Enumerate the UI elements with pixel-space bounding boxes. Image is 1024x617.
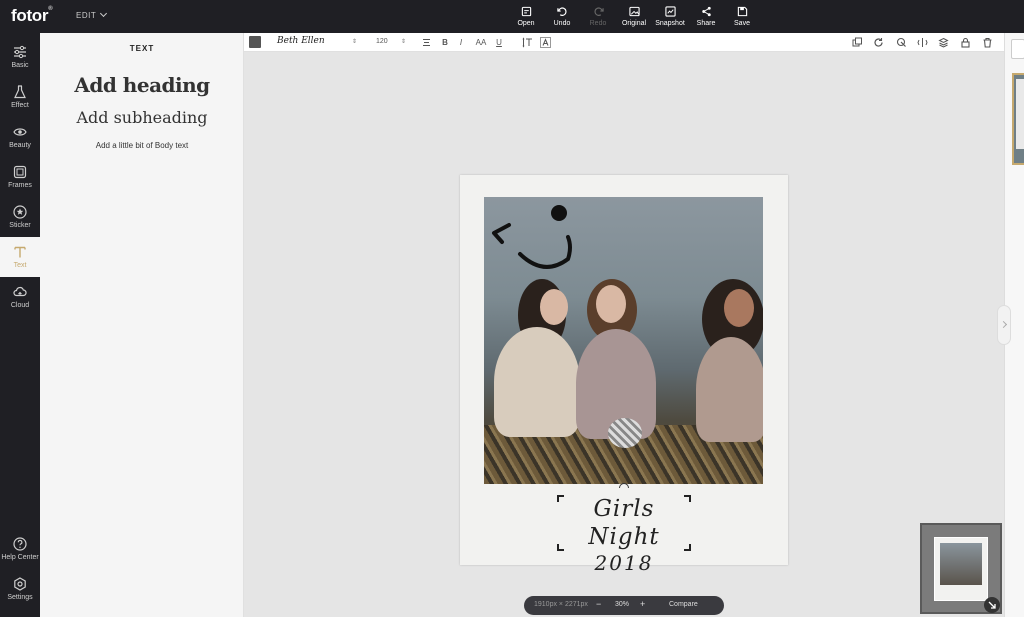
- image-dimensions: 1910px × 2271px: [534, 601, 588, 608]
- flip-icon[interactable]: [917, 37, 928, 48]
- underline-button[interactable]: U: [494, 36, 504, 49]
- nav-frames[interactable]: Frames: [0, 157, 40, 197]
- zoom-bar: 1910px × 2271px − 30% + Compare: [524, 596, 724, 615]
- line-spacing-icon[interactable]: [522, 37, 533, 48]
- bold-button[interactable]: B: [440, 36, 450, 49]
- add-body-text-preset[interactable]: Add a little bit of Body text: [40, 141, 244, 150]
- compare-button[interactable]: Compare: [669, 601, 698, 608]
- font-family-select[interactable]: Beth Ellen: [277, 36, 325, 46]
- top-bar: fotor® EDIT Open Undo Redo Original Snap…: [0, 0, 1024, 33]
- text-t-icon: [14, 246, 26, 258]
- font-select-arrow-icon[interactable]: ⇕: [352, 38, 357, 45]
- caption-line-1: Girls Night: [588, 496, 660, 550]
- zoom-out-button[interactable]: −: [596, 599, 601, 609]
- snapshot-button[interactable]: Snapshot: [652, 3, 688, 30]
- text-color-swatch[interactable]: [249, 36, 261, 48]
- share-button[interactable]: Share: [688, 3, 724, 30]
- star-icon: [13, 205, 27, 219]
- sliders-icon: [14, 45, 26, 59]
- resize-handle-bottom-right[interactable]: [684, 544, 691, 551]
- open-icon: [521, 6, 531, 17]
- size-select-arrow-icon[interactable]: ⇕: [401, 38, 406, 45]
- nav-effect[interactable]: Effect: [0, 77, 40, 117]
- page-thumbnail[interactable]: [1012, 73, 1024, 165]
- eye-icon: [13, 128, 27, 136]
- nav-cloud[interactable]: Cloud: [0, 277, 40, 317]
- text-panel: TEXT Add heading Add subheading Add a li…: [40, 33, 244, 617]
- text-effect-icon[interactable]: [540, 37, 551, 48]
- font-size-select[interactable]: 120: [376, 38, 388, 45]
- wink-face-doodle[interactable]: [484, 197, 763, 484]
- fotor-logo[interactable]: fotor®: [11, 6, 53, 26]
- canvas-polaroid[interactable]: Girls Night 2018: [460, 175, 788, 575]
- add-subheading-preset[interactable]: Add subheading: [40, 108, 244, 127]
- redo-icon: [593, 7, 604, 16]
- mask-icon[interactable]: [896, 37, 907, 48]
- undo-icon: [556, 7, 567, 16]
- resize-handle-bottom-left[interactable]: [557, 544, 564, 551]
- panel-title: TEXT: [129, 44, 155, 53]
- flask-icon: [14, 85, 26, 99]
- save-button[interactable]: Save: [724, 3, 760, 30]
- trash-icon[interactable]: [982, 37, 993, 48]
- resize-handle-top-right[interactable]: [684, 495, 691, 502]
- mini-navigator[interactable]: [920, 523, 1002, 614]
- zoom-in-button[interactable]: +: [640, 599, 645, 609]
- help-icon: [13, 537, 27, 551]
- caption-line-2: 2018: [594, 551, 654, 575]
- navigator-toggle-button[interactable]: [984, 597, 1000, 613]
- chevron-down-icon: [100, 9, 108, 18]
- canvas-photo[interactable]: [484, 197, 763, 484]
- share-icon: [701, 6, 711, 17]
- nav-basic[interactable]: Basic: [0, 37, 40, 77]
- nav-settings[interactable]: Settings: [0, 569, 40, 609]
- collapse-panel-toggle[interactable]: [997, 305, 1011, 345]
- edit-menu[interactable]: EDIT: [76, 9, 108, 20]
- duplicate-icon[interactable]: [852, 37, 863, 48]
- original-button[interactable]: Original: [616, 3, 652, 30]
- layers-icon[interactable]: [938, 37, 949, 48]
- redo-button[interactable]: Redo: [580, 3, 616, 30]
- navigator-preview: [934, 537, 988, 601]
- resize-handle-top-left[interactable]: [557, 495, 564, 502]
- cloud-icon: [13, 286, 27, 297]
- lock-icon[interactable]: [960, 37, 971, 48]
- settings-icon: [14, 577, 26, 591]
- original-icon: [628, 6, 640, 17]
- rotate-handle[interactable]: [619, 483, 629, 488]
- nav-sticker[interactable]: Sticker: [0, 197, 40, 237]
- zoom-level[interactable]: 30%: [615, 601, 629, 608]
- left-nav-rail: Basic Effect Beauty Frames Sticker Text …: [0, 33, 40, 617]
- undo-button[interactable]: Undo: [544, 3, 580, 30]
- nav-text[interactable]: Text: [0, 237, 40, 277]
- add-page-button[interactable]: [1011, 39, 1024, 59]
- text-format-toolbar: Beth Ellen ⇕ 120 ⇕ B I AA U: [244, 33, 1004, 52]
- collapse-arrow-icon: [988, 601, 996, 609]
- add-heading-preset[interactable]: Add heading: [40, 73, 244, 97]
- nav-beauty[interactable]: Beauty: [0, 117, 40, 157]
- snapshot-icon: [664, 6, 676, 17]
- open-button[interactable]: Open: [508, 3, 544, 30]
- nav-help-center[interactable]: Help Center: [0, 529, 40, 569]
- main-toolbar: Open Undo Redo Original Snapshot Share S…: [508, 3, 760, 30]
- save-icon: [737, 6, 747, 17]
- italic-button[interactable]: I: [457, 36, 465, 49]
- align-icon[interactable]: [421, 37, 432, 48]
- rotate-icon[interactable]: [873, 37, 884, 48]
- caption-text-box[interactable]: Girls Night 2018: [557, 495, 691, 575]
- case-button[interactable]: AA: [474, 36, 488, 49]
- frame-icon: [13, 165, 27, 179]
